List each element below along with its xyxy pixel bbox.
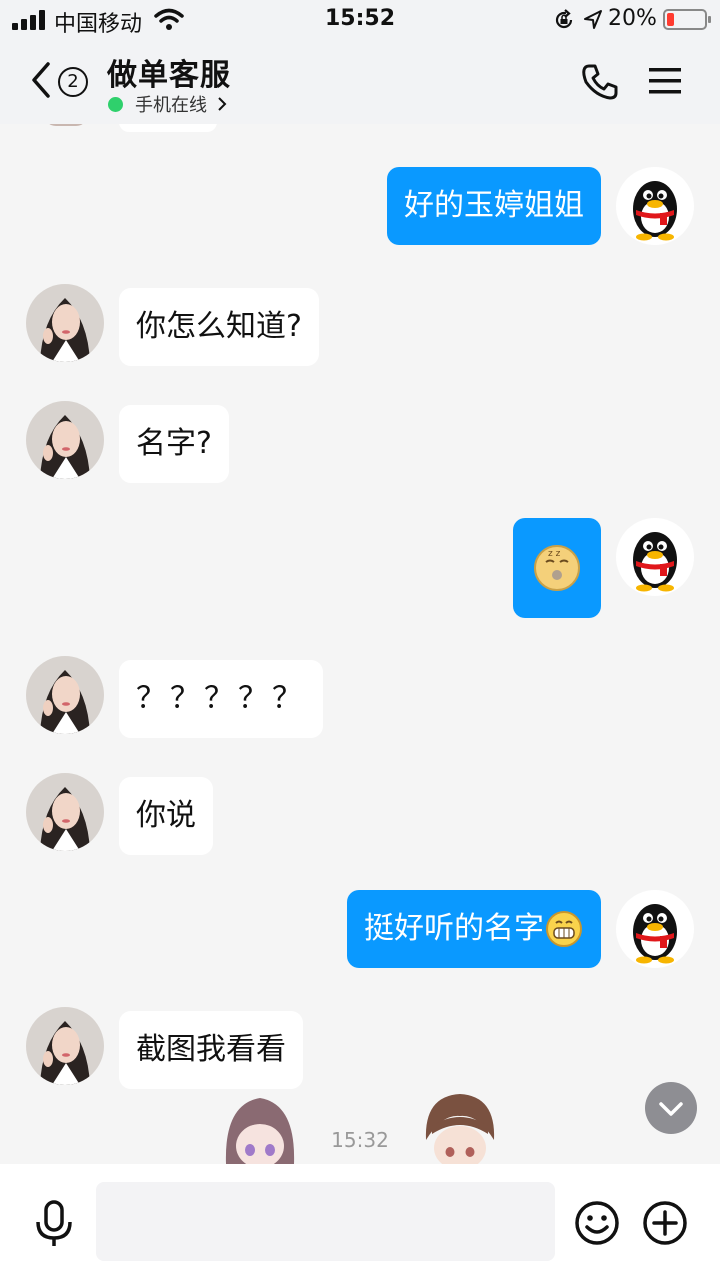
contact-avatar[interactable] bbox=[26, 284, 104, 362]
chevron-right-icon bbox=[218, 97, 227, 111]
avatar bbox=[44, 124, 88, 126]
qq-penguin-avatar[interactable] bbox=[616, 518, 694, 596]
message-row: 名字? bbox=[0, 401, 720, 483]
message-row: 挺好听的名字 bbox=[0, 890, 720, 968]
message-bubble-outgoing[interactable]: z z bbox=[513, 518, 601, 618]
message-row: 好的玉婷姐姐 bbox=[0, 167, 720, 245]
contact-avatar[interactable] bbox=[26, 773, 104, 851]
message-list[interactable]: 好的玉婷姐姐 你怎么知道? 名字? z z ？？？？？ 你说 挺好听的名字 截图… bbox=[0, 124, 720, 1164]
penguin-icon bbox=[633, 181, 677, 241]
contact-avatar[interactable] bbox=[26, 656, 104, 734]
add-icon[interactable] bbox=[642, 1200, 688, 1246]
rotation-lock-icon bbox=[555, 9, 573, 29]
scroll-down-button[interactable] bbox=[645, 1082, 697, 1134]
online-status-label: 手机在线 bbox=[135, 95, 207, 116]
message-row: z z bbox=[0, 518, 720, 618]
message-input[interactable] bbox=[96, 1182, 555, 1261]
anime-boy-icon bbox=[425, 1094, 495, 1164]
contact-photo-icon bbox=[26, 1007, 104, 1085]
penguin-icon bbox=[633, 904, 677, 964]
chevron-down-icon bbox=[659, 1102, 683, 1116]
contact-photo-icon bbox=[26, 773, 104, 851]
message-bubble-outgoing[interactable]: 挺好听的名字 bbox=[347, 890, 601, 968]
battery-percent: 20% bbox=[608, 6, 657, 31]
contact-avatar[interactable] bbox=[26, 1007, 104, 1085]
battery-icon bbox=[663, 9, 711, 30]
menu-icon[interactable] bbox=[648, 66, 682, 96]
contact-photo-icon bbox=[26, 656, 104, 734]
grin-emoji-icon bbox=[546, 911, 582, 947]
message-bubble-outgoing[interactable]: 好的玉婷姐姐 bbox=[387, 167, 601, 245]
message-row: 你怎么知道? bbox=[0, 284, 720, 366]
message-bubble-incoming[interactable]: ？？？？？ bbox=[119, 660, 323, 738]
chat-title[interactable]: 做单客服 bbox=[107, 50, 231, 94]
online-dot bbox=[108, 96, 123, 112]
message-bubble-incoming[interactable]: 截图我看看 bbox=[119, 1011, 303, 1089]
message-timestamp: 15:32 bbox=[331, 1128, 389, 1152]
qq-penguin-avatar[interactable] bbox=[616, 167, 694, 245]
qq-penguin-avatar[interactable] bbox=[616, 890, 694, 968]
phone-icon[interactable] bbox=[580, 62, 620, 102]
message-row: 你说 bbox=[0, 773, 720, 855]
message-row: 截图我看看 bbox=[0, 1007, 720, 1089]
online-status[interactable]: 手机在线 bbox=[108, 91, 227, 117]
input-bar bbox=[0, 1164, 720, 1280]
back-icon[interactable] bbox=[28, 60, 54, 100]
status-bar: 中国移动 15:52 20% bbox=[0, 0, 720, 40]
svg-text:z z: z z bbox=[548, 549, 561, 559]
chat-header: 2 做单客服 手机在线 bbox=[0, 40, 720, 124]
message-bubble-incoming[interactable]: 你怎么知道? bbox=[119, 288, 319, 366]
message-bubble-incoming[interactable]: 名字? bbox=[119, 405, 229, 483]
sleepy-emoji-icon: z z bbox=[534, 545, 580, 591]
unread-count-badge[interactable]: 2 bbox=[58, 67, 88, 97]
message-bubble-incoming[interactable]: 你说 bbox=[119, 777, 213, 855]
location-icon bbox=[584, 10, 602, 29]
message-text: 挺好听的名字 bbox=[364, 911, 544, 946]
emoji-icon[interactable] bbox=[574, 1200, 620, 1246]
contact-avatar[interactable] bbox=[26, 401, 104, 479]
message-bubble bbox=[119, 124, 217, 132]
microphone-icon[interactable] bbox=[34, 1200, 74, 1248]
contact-photo-icon bbox=[26, 284, 104, 362]
contact-photo-icon bbox=[26, 401, 104, 479]
message-row: ？？？？？ bbox=[0, 656, 720, 738]
penguin-icon bbox=[633, 532, 677, 592]
